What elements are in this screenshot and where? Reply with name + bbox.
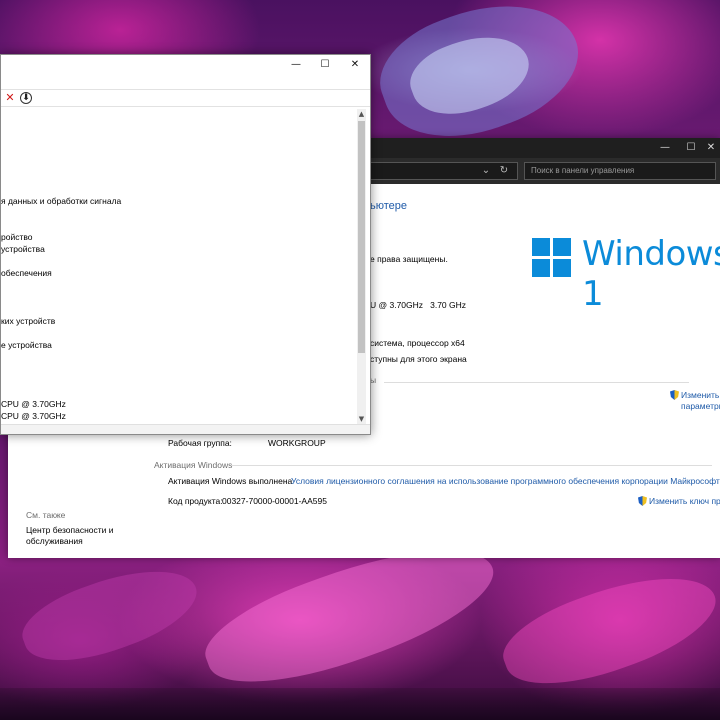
processor-value: U @ 3.70GHz 3.70 GHz [370, 300, 467, 310]
change-settings-link[interactable]: Изменить параметры [670, 390, 720, 412]
maximize-icon[interactable]: ☐ [310, 55, 340, 75]
uninstall-device-icon[interactable]: ✕ [4, 92, 16, 104]
wallpaper-shape [492, 554, 720, 706]
workgroup-value: WORKGROUP [268, 438, 326, 448]
toolbar: ✕ ⬇ [1, 89, 370, 107]
tree-item[interactable]: ройство [1, 232, 33, 242]
shield-icon [638, 496, 647, 506]
tree-item[interactable]: обеспечения [1, 268, 52, 278]
title-bar: — ☐ ✕ [1, 55, 370, 75]
refresh-icon[interactable]: ↻ [494, 162, 514, 180]
status-bar [1, 424, 370, 434]
change-product-key-link[interactable]: Изменить ключ продук [638, 496, 720, 506]
section-divider [232, 465, 712, 466]
see-also-heading: См. также [26, 510, 66, 520]
workgroup-label: Рабочая группа: [168, 438, 232, 448]
change-settings-label: Изменить [681, 390, 720, 400]
page-heading: ьютере [370, 200, 408, 212]
scroll-down-icon[interactable]: ▼ [357, 414, 366, 424]
tree-item[interactable]: CPU @ 3.70GHz [1, 399, 66, 409]
activation-section-heading: Активация Windows [154, 460, 233, 470]
scroll-up-icon[interactable]: ▲ [357, 109, 366, 119]
system-type-value: система, процессор x64 [370, 338, 465, 348]
tree-item[interactable]: е устройства [1, 340, 52, 350]
update-driver-icon[interactable]: ⬇ [20, 92, 32, 104]
security-center-label-2: обслуживания [26, 536, 83, 546]
wallpaper-shape [13, 551, 207, 679]
product-key-value: 00327-70000-00001-AA595 [222, 496, 327, 506]
dropdown-icon[interactable]: ⌄ [476, 162, 496, 180]
section-divider [384, 382, 689, 383]
activation-status: Активация Windows выполнена [168, 476, 293, 486]
tree-item[interactable]: я данных и обработки сигнала [1, 196, 121, 206]
close-icon[interactable]: ✕ [340, 55, 370, 75]
change-settings-label-2: параметры [681, 401, 720, 411]
copyright-text: е права защищены. [370, 254, 448, 264]
pen-touch-value: ступны для этого экрана [370, 354, 467, 364]
device-tree: я данных и обработки сигнала ройство уст… [1, 109, 358, 424]
windows-brand-text: Windows 1 [582, 234, 720, 314]
search-input[interactable]: Поиск в панели управления [524, 162, 716, 180]
license-terms-link[interactable]: Условия лицензионного соглашения на испо… [291, 476, 720, 486]
shield-icon [670, 390, 679, 400]
tree-item[interactable]: CPU @ 3.70GHz [1, 411, 66, 421]
device-manager-window: — ☐ ✕ ✕ ⬇ я данных и обработки сигнала р… [0, 54, 371, 435]
scrollbar-thumb[interactable] [358, 121, 365, 353]
tree-item[interactable]: ких устройств [1, 316, 55, 326]
change-product-key-label: Изменить ключ продук [649, 496, 720, 506]
minimize-icon[interactable]: — [281, 55, 311, 75]
taskbar [0, 688, 720, 720]
security-center-link[interactable]: Центр безопасности и обслуживания [26, 525, 114, 547]
product-key-label: Код продукта: [168, 496, 223, 506]
close-icon[interactable]: ✕ [698, 138, 720, 158]
vertical-scrollbar[interactable]: ▲ ▼ [357, 109, 366, 424]
tree-item[interactable]: устройства [1, 244, 45, 254]
security-center-label: Центр безопасности и [26, 525, 114, 535]
windows-logo-icon [532, 238, 572, 278]
minimize-icon[interactable]: — [652, 138, 678, 158]
